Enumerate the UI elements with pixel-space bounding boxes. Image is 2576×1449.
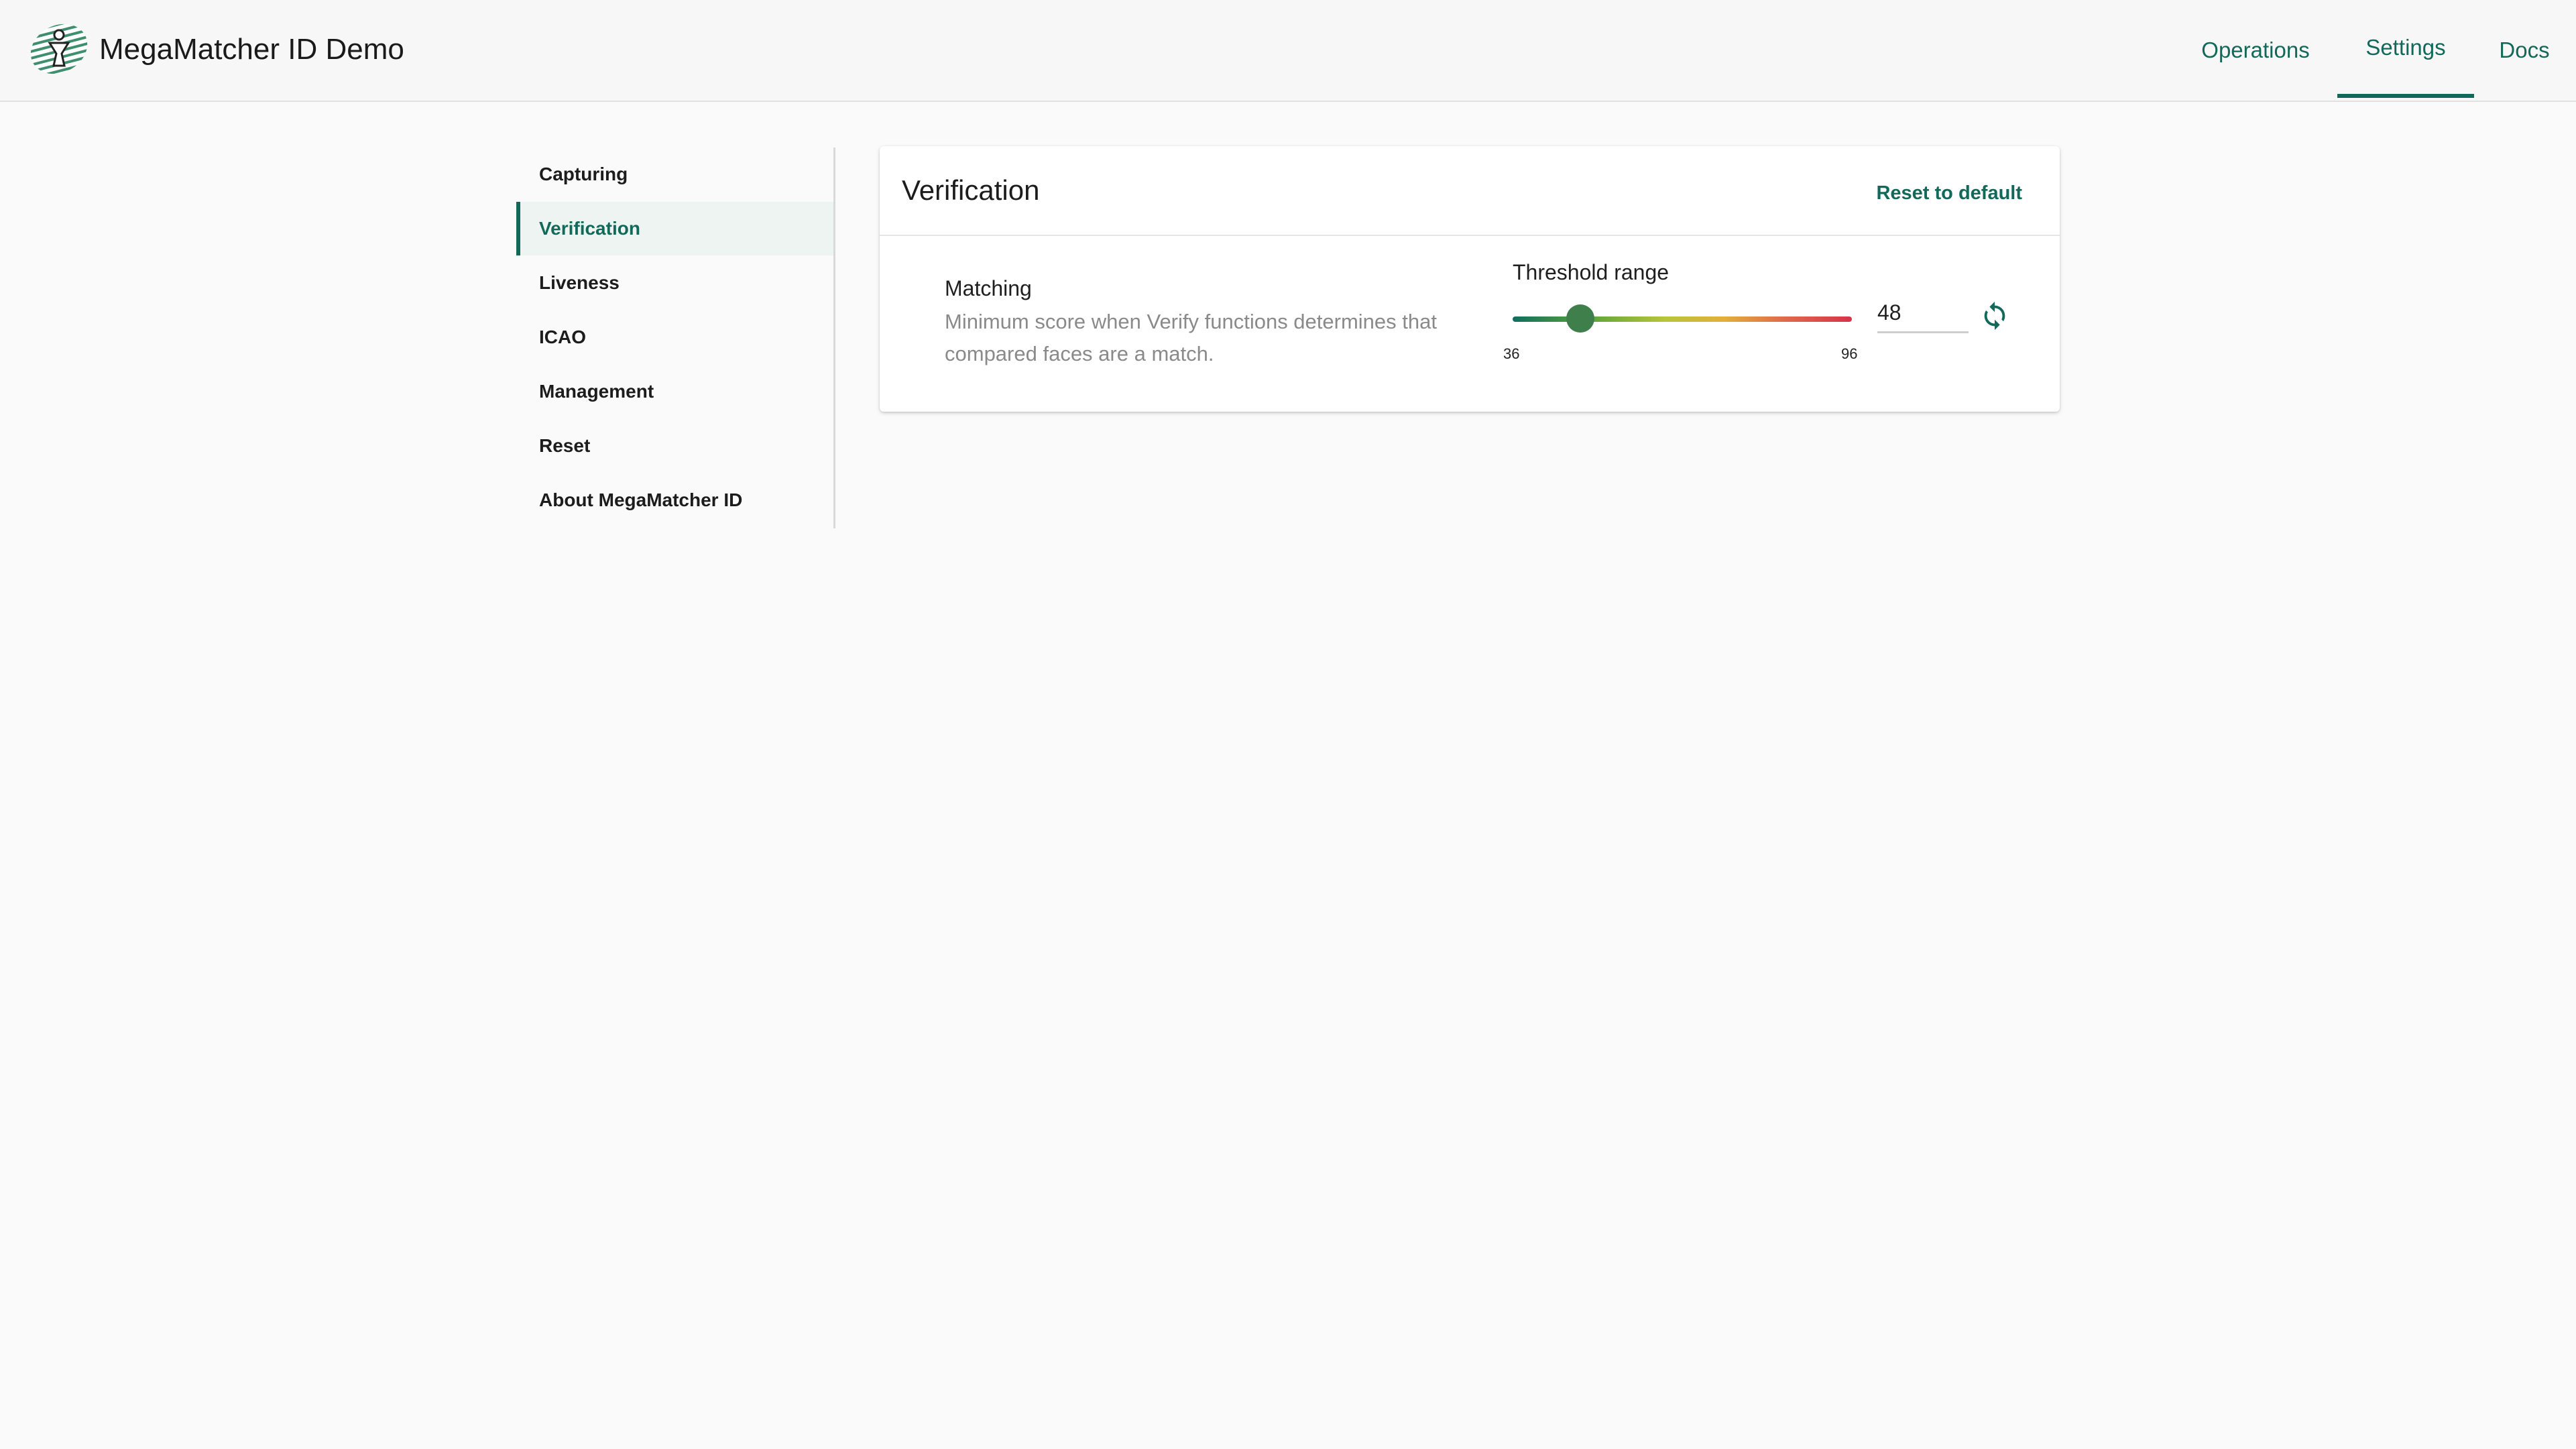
sidebar-item-capturing[interactable]: Capturing — [516, 148, 833, 201]
sidebar-item-about[interactable]: About MegaMatcher ID — [516, 473, 833, 527]
megamatcher-logo-icon[interactable] — [22, 14, 96, 84]
top-app-bar: MegaMatcher ID Demo Operations Settings … — [0, 0, 2576, 102]
verification-card: Verification Reset to default — [880, 146, 2060, 412]
setting-title: Matching — [945, 276, 1032, 300]
nav-operations[interactable]: Operations — [2194, 0, 2317, 101]
threshold-slider[interactable] — [1513, 295, 1852, 343]
reset-to-default-button[interactable]: Reset to default — [1876, 176, 2022, 211]
sidebar-item-reset[interactable]: Reset — [516, 419, 833, 473]
sidebar-item-verification[interactable]: Verification — [516, 202, 833, 255]
slider-thumb[interactable] — [1566, 304, 1595, 333]
threshold-value-input[interactable] — [1877, 294, 1969, 333]
sidebar-item-management[interactable]: Management — [516, 365, 833, 418]
nav-settings[interactable]: Settings — [2337, 0, 2474, 98]
settings-sidebar: Capturing Verification Liveness ICAO Man… — [516, 148, 835, 528]
setting-description: Minimum score when Verify functions dete… — [945, 310, 1437, 365]
slider-track[interactable] — [1513, 316, 1852, 322]
sidebar-item-liveness[interactable]: Liveness — [516, 256, 833, 310]
sidebar-item-icao[interactable]: ICAO — [516, 310, 833, 364]
threshold-range-label: Threshold range — [1513, 260, 1670, 284]
refresh-icon[interactable] — [1979, 300, 2010, 331]
slider-min-label: 36 — [1503, 345, 1520, 362]
nav-docs[interactable]: Docs — [2489, 0, 2560, 101]
slider-max-label: 96 — [1841, 345, 1858, 362]
app-root: MegaMatcher ID Demo Operations Settings … — [0, 0, 2576, 1449]
card-divider — [880, 235, 2060, 236]
app-title: MegaMatcher ID Demo — [99, 33, 404, 66]
card-title: Verification — [902, 174, 1040, 206]
